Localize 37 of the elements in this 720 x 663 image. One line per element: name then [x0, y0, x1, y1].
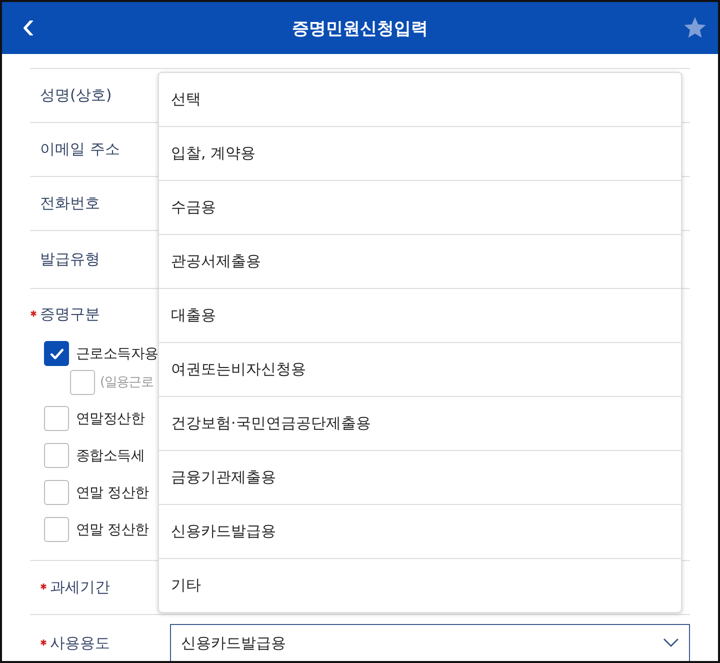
checkbox[interactable] — [44, 406, 69, 431]
dropdown-option[interactable]: 기타 — [159, 559, 681, 612]
field-label: 과세기간 — [40, 578, 160, 597]
checkbox-label: (일용근로 — [100, 374, 154, 391]
dropdown-option[interactable]: 금융기관제출용 — [159, 451, 681, 505]
field-label: 이메일 주소 — [40, 140, 121, 159]
field-label: 성명(상호) — [40, 86, 113, 105]
usage-select[interactable]: 신용카드발급용 — [170, 624, 690, 661]
page-title: 증명민원신청입력 — [292, 18, 428, 40]
required-icon — [40, 638, 47, 646]
checkbox[interactable] — [44, 341, 69, 366]
dropdown-option[interactable]: 입찰, 계약용 — [159, 127, 681, 181]
checkbox-label: 종합소득세 — [76, 446, 145, 464]
checkbox-label: 연말 정산한 — [76, 484, 149, 502]
required-icon — [40, 583, 47, 590]
dropdown-option[interactable]: 관공서제출용 — [159, 235, 681, 289]
back-button[interactable]: ‹ — [16, 8, 41, 44]
checkbox[interactable] — [70, 370, 95, 394]
required-icon — [30, 310, 37, 316]
checkbox[interactable] — [44, 480, 69, 505]
field-label: 발급유형 — [40, 250, 101, 269]
checkbox[interactable] — [44, 443, 69, 468]
dropdown-option[interactable]: 여권또는비자신청용 — [159, 343, 681, 397]
field-label: 전화번호 — [40, 194, 101, 213]
checkbox-label: 근로소득자용 — [76, 344, 158, 362]
checkbox[interactable] — [44, 517, 69, 542]
dropdown-option[interactable]: 건강보험·국민연금공단제출용 — [159, 397, 681, 451]
dropdown-option[interactable]: 선택 — [159, 73, 681, 127]
select-value: 신용카드발급용 — [181, 634, 286, 652]
dropdown-option[interactable]: 수금용 — [159, 181, 681, 235]
dropdown-option[interactable]: 신용카드발급용 — [159, 505, 681, 559]
chevron-down-icon — [663, 638, 679, 648]
checkbox-label: 연말 정산한 — [76, 520, 149, 538]
field-label: 사용용도 — [40, 634, 160, 652]
checkbox-label: 연말정산한 — [76, 410, 145, 428]
field-label: 증명구분 — [30, 304, 150, 324]
dropdown-option[interactable]: 대출용 — [159, 289, 681, 343]
